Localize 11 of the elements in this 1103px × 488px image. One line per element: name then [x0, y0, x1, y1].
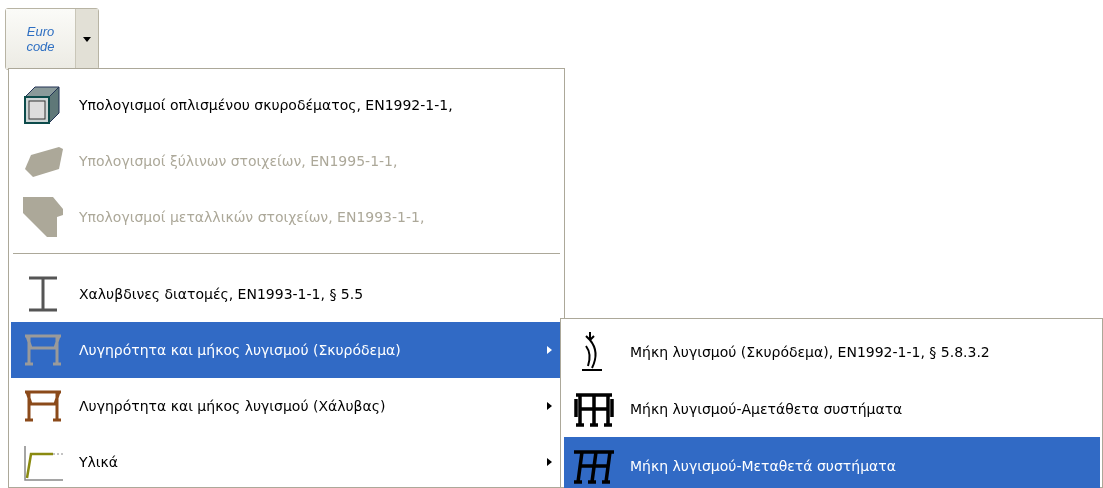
dropdown-arrow-button[interactable]	[76, 9, 98, 69]
eurocode-button[interactable]: Euro code	[6, 9, 76, 69]
menu-item[interactable]: Λυγηρότητα και μήκος λυγισμού (Σκυρόδεμα)	[11, 322, 562, 378]
menu-item[interactable]: Υλικά	[11, 434, 562, 488]
caret-icon	[83, 36, 91, 42]
menu-item[interactable]: Υπολογισμοί οπλισμένου σκυροδέματος, EN1992-1-1,	[11, 77, 562, 133]
menu-item[interactable]: Χαλυβδινες διατομές, EN1993-1-1, § 5.5	[11, 266, 562, 322]
menu-item[interactable]: Μήκη λυγισμού-Αμετάθετα συστήματα	[564, 380, 1100, 437]
menu-item[interactable]: Λυγηρότητα και μήκος λυγισμού (Χάλυβας)	[11, 378, 562, 434]
menu-item[interactable]: Μήκη λυγισμού-Μεταθετά συστήματα	[564, 437, 1100, 488]
menu-item[interactable]: Μήκη λυγισμού (Σκυρόδεμα), EN1992-1-1, § 5.8.3.2	[564, 323, 1100, 380]
